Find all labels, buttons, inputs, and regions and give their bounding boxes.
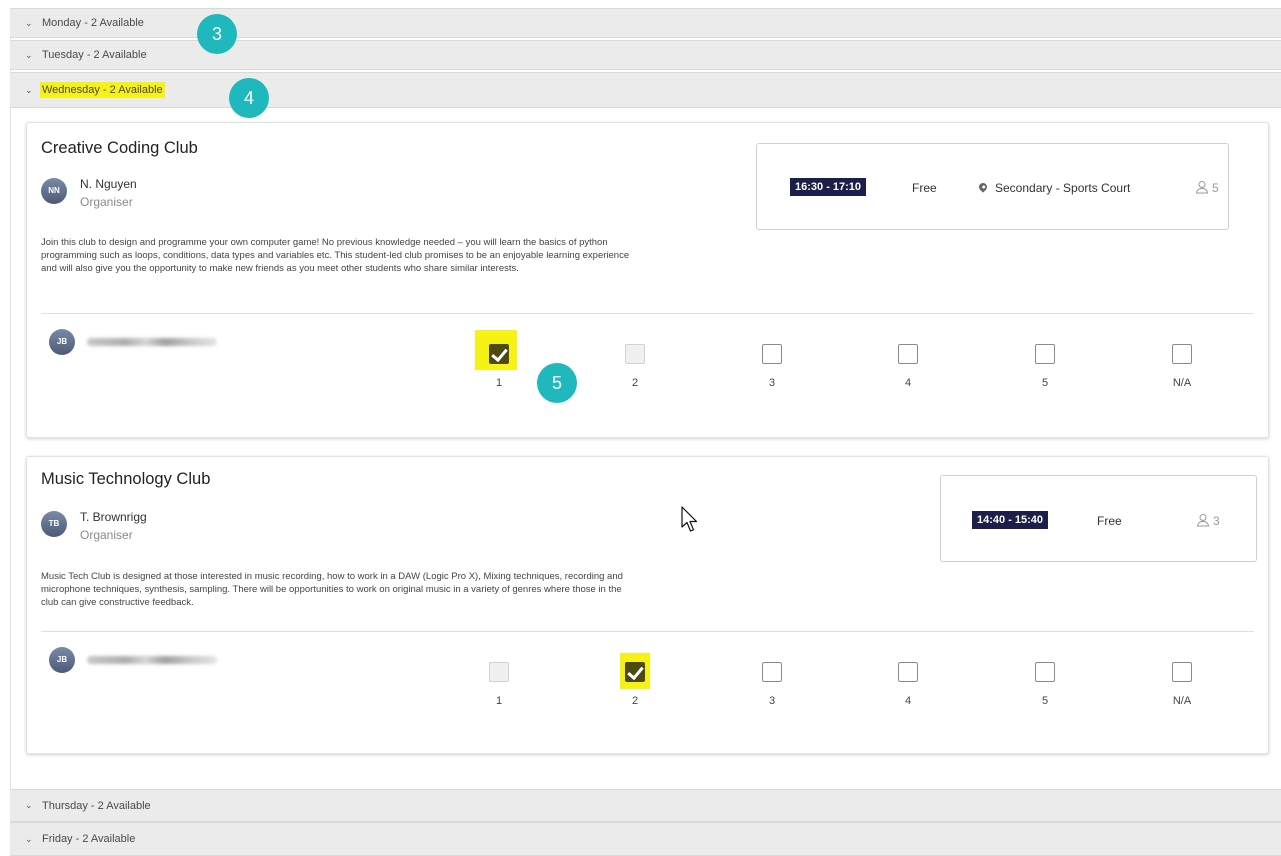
student-name-blurred [87,338,217,346]
day-label: Wednesday - 2 Available [40,82,165,98]
time-badge: 16:30 - 17:10 [790,178,867,196]
preference-1-checkbox[interactable] [489,344,509,364]
preference-3-checkbox[interactable] [762,344,782,364]
day-header-friday[interactable]: ⌄ Friday - 2 Available [10,822,1281,856]
club-card: Music Technology Club TB T. Brownrigg Or… [26,456,1269,754]
person-icon [1196,514,1210,527]
person-icon [1195,181,1209,194]
mouse-cursor-icon [681,506,698,532]
capacity-count: 5 [1212,181,1219,195]
student-name-blurred [87,656,217,664]
day-header-thursday[interactable]: ⌄ Thursday - 2 Available [10,789,1281,822]
organiser-role: Organiser [80,195,133,209]
preference-3-label: 3 [768,377,776,389]
preference-2-checkbox[interactable] [625,344,645,364]
chevron-down-icon: ⌄ [25,833,33,844]
time-badge: 14:40 - 15:40 [972,511,1049,529]
club-description: Join this club to design and programme y… [41,237,630,274]
preference-5-checkbox[interactable] [1035,662,1055,682]
preference-na-label: N/A [1172,377,1192,389]
chevron-down-icon: ⌄ [25,17,33,28]
preference-3-checkbox[interactable] [762,662,782,682]
preference-2-label: 2 [631,377,639,389]
preference-na-checkbox[interactable] [1172,662,1192,682]
step-badge: 5 [537,363,577,403]
organiser-name: N. Nguyen [80,177,137,191]
club-card: Creative Coding Club NN N. Nguyen Organi… [26,122,1269,438]
preference-4-label: 4 [904,695,912,707]
preference-2-checkbox[interactable] [625,662,645,682]
chevron-down-icon: ⌄ [25,84,33,95]
preference-4-checkbox[interactable] [898,662,918,682]
student-avatar: JB [49,647,75,673]
day-label: Tuesday - 2 Available [42,49,147,61]
club-info-box: 14:40 - 15:40 Free 3 [940,475,1257,562]
organiser-role: Organiser [80,528,133,542]
student-avatar: JB [49,329,75,355]
preference-4-label: 4 [904,377,912,389]
avatar: TB [41,511,67,537]
preference-4-checkbox[interactable] [898,344,918,364]
step-badge: 4 [229,78,269,118]
preference-5-label: 5 [1041,377,1049,389]
location-label: Secondary - Sports Court [995,181,1131,195]
avatar: NN [41,178,67,204]
chevron-down-icon: ⌄ [25,49,33,60]
cost-label: Free [912,181,937,195]
capacity-count: 3 [1213,514,1220,528]
preference-na-label: N/A [1172,695,1192,707]
club-info-box: 16:30 - 17:10 Free Secondary - Sports Co… [756,143,1229,230]
day-label: Friday - 2 Available [42,833,136,845]
preference-1-label: 1 [495,695,503,707]
day-header-wednesday[interactable]: ⌄ Wednesday - 2 Available [10,72,1281,108]
preference-1-label: 1 [495,377,503,389]
preference-5-checkbox[interactable] [1035,344,1055,364]
location-pin-icon [977,181,989,193]
preference-2-label: 2 [631,695,639,707]
preference-na-checkbox[interactable] [1172,344,1192,364]
preference-3-label: 3 [768,695,776,707]
day-label: Monday - 2 Available [42,17,144,29]
preference-5-label: 5 [1041,695,1049,707]
step-badge: 3 [197,14,237,54]
cost-label: Free [1097,514,1122,528]
chevron-down-icon: ⌄ [25,800,33,810]
club-title: Music Technology Club [41,470,211,488]
club-description: Music Tech Club is designed at those int… [41,571,623,608]
divider [41,631,1254,632]
club-title: Creative Coding Club [41,139,198,157]
divider [41,313,1254,314]
day-label: Thursday - 2 Available [42,799,151,812]
organiser-name: T. Brownrigg [80,510,147,524]
preference-1-checkbox[interactable] [489,662,509,682]
